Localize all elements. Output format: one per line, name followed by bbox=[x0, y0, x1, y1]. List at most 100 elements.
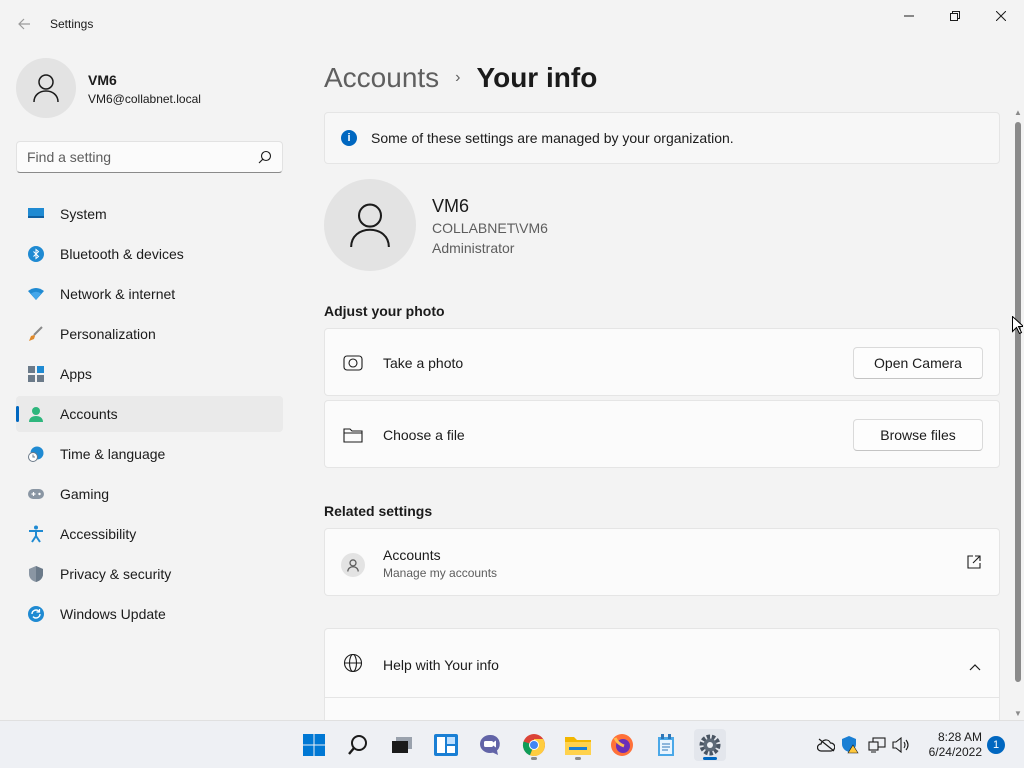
wifi-icon bbox=[28, 286, 44, 302]
title-bar: Settings bbox=[0, 0, 1024, 48]
widgets-button[interactable] bbox=[430, 729, 462, 761]
scroll-thumb[interactable] bbox=[1015, 122, 1021, 682]
chevron-right-icon: › bbox=[455, 69, 461, 86]
bluetooth-icon bbox=[28, 246, 44, 262]
taskbar-search-button[interactable] bbox=[342, 729, 374, 761]
sidebar-item-windows-update[interactable]: Windows Update bbox=[16, 596, 283, 632]
app-title: Settings bbox=[50, 17, 94, 31]
sidebar-item-time-language[interactable]: Time & language bbox=[16, 436, 283, 472]
related-accounts-link[interactable]: Accounts Manage my accounts bbox=[324, 528, 1000, 596]
firefox-button[interactable] bbox=[606, 729, 638, 761]
minimize-icon bbox=[904, 15, 914, 17]
scrollbar[interactable]: ▲ ▼ bbox=[1012, 104, 1024, 720]
gamepad-icon bbox=[28, 486, 44, 502]
sidebar-item-label: Privacy & security bbox=[60, 566, 172, 582]
sidebar-item-system[interactable]: System bbox=[16, 196, 283, 232]
sidebar-item-label: Personalization bbox=[60, 326, 156, 342]
update-icon bbox=[28, 606, 44, 622]
info-icon: i bbox=[341, 130, 357, 146]
apps-icon bbox=[28, 366, 44, 382]
folder-icon bbox=[343, 425, 363, 445]
profile-summary: VM6 VM6@collabnet.local bbox=[16, 58, 276, 118]
person-icon bbox=[350, 203, 390, 248]
sidebar-item-label: Accessibility bbox=[60, 526, 137, 542]
chevron-up-icon[interactable] bbox=[969, 658, 981, 671]
open-camera-button[interactable]: Open Camera bbox=[853, 347, 983, 379]
network-icon[interactable] bbox=[867, 735, 887, 755]
breadcrumb-parent[interactable]: Accounts bbox=[324, 62, 439, 94]
sidebar-item-label: Time & language bbox=[60, 446, 166, 462]
search-box[interactable] bbox=[16, 141, 283, 173]
task-view-button[interactable] bbox=[386, 729, 418, 761]
volume-icon[interactable] bbox=[891, 735, 911, 755]
related-accounts-label: Accounts bbox=[383, 547, 441, 563]
sidebar-item-label: Apps bbox=[60, 366, 92, 382]
shield-icon bbox=[28, 566, 44, 582]
accessibility-icon bbox=[28, 525, 44, 543]
teams-chat-button[interactable] bbox=[474, 729, 506, 761]
firefox-icon bbox=[611, 734, 633, 756]
back-arrow-icon bbox=[18, 18, 30, 30]
scroll-down-arrow[interactable]: ▼ bbox=[1014, 709, 1022, 718]
sidebar-item-accessibility[interactable]: Accessibility bbox=[16, 516, 283, 552]
section-heading-adjust-photo: Adjust your photo bbox=[324, 303, 445, 319]
notification-badge[interactable]: 1 bbox=[987, 736, 1005, 754]
chrome-button[interactable] bbox=[518, 729, 550, 761]
back-button[interactable] bbox=[12, 12, 36, 36]
search-input[interactable] bbox=[17, 142, 247, 172]
running-indicator bbox=[531, 757, 537, 760]
chrome-icon bbox=[522, 734, 546, 757]
taskbar: 8:28 AM 6/24/2022 1 bbox=[0, 720, 1024, 768]
start-button[interactable] bbox=[298, 729, 330, 761]
sidebar-item-label: Accounts bbox=[60, 406, 118, 422]
close-button[interactable] bbox=[978, 0, 1024, 32]
person-icon bbox=[341, 553, 365, 577]
task-view-icon bbox=[392, 737, 412, 753]
sidebar-item-network[interactable]: Network & internet bbox=[16, 276, 283, 312]
taskbar-clock[interactable]: 8:28 AM 6/24/2022 bbox=[918, 730, 982, 760]
related-accounts-sub: Manage my accounts bbox=[383, 566, 498, 580]
org-managed-infobar: i Some of these settings are managed by … bbox=[324, 112, 1000, 164]
security-warning-icon[interactable] bbox=[840, 735, 860, 755]
sidebar-item-privacy-security[interactable]: Privacy & security bbox=[16, 556, 283, 592]
sidebar-item-label: Network & internet bbox=[60, 286, 176, 302]
person-icon bbox=[33, 74, 59, 103]
mouse-cursor-icon bbox=[1012, 316, 1023, 334]
search-icon bbox=[348, 735, 367, 755]
minimize-button[interactable] bbox=[886, 0, 932, 32]
choose-file-label: Choose a file bbox=[383, 427, 465, 443]
globe-icon bbox=[343, 653, 363, 673]
folder-icon bbox=[565, 737, 591, 755]
settings-app-button[interactable] bbox=[694, 729, 726, 761]
restore-button[interactable] bbox=[932, 0, 978, 32]
camera-icon bbox=[343, 353, 363, 373]
sidebar-item-bluetooth[interactable]: Bluetooth & devices bbox=[16, 236, 283, 272]
restore-icon bbox=[950, 11, 960, 21]
search-icon[interactable] bbox=[258, 150, 272, 164]
take-photo-label: Take a photo bbox=[383, 355, 464, 371]
user-name: VM6 bbox=[432, 196, 470, 216]
brush-icon bbox=[28, 326, 44, 342]
external-link-icon bbox=[967, 555, 981, 569]
sidebar-item-apps[interactable]: Apps bbox=[16, 356, 283, 392]
sidebar-item-gaming[interactable]: Gaming bbox=[16, 476, 283, 512]
running-indicator bbox=[703, 757, 717, 760]
onedrive-icon[interactable] bbox=[816, 735, 836, 755]
avatar bbox=[16, 58, 76, 118]
file-explorer-button[interactable] bbox=[562, 729, 594, 761]
sidebar-item-personalization[interactable]: Personalization bbox=[16, 316, 283, 352]
user-avatar bbox=[324, 179, 416, 271]
sidebar-item-label: System bbox=[60, 206, 107, 222]
notepad-app-button[interactable] bbox=[650, 729, 682, 761]
take-photo-row: Take a photo Open Camera bbox=[324, 328, 1000, 396]
scroll-up-arrow[interactable]: ▲ bbox=[1014, 108, 1022, 117]
sidebar-item-label: Windows Update bbox=[60, 606, 166, 622]
section-heading-related-settings: Related settings bbox=[324, 503, 433, 519]
user-domain: COLLABNET\VM6 bbox=[432, 220, 548, 236]
help-expander[interactable]: Help with Your info bbox=[324, 628, 1000, 720]
browse-files-button[interactable]: Browse files bbox=[853, 419, 983, 451]
sidebar-item-accounts[interactable]: Accounts bbox=[16, 396, 283, 432]
breadcrumb: Accounts › Your info bbox=[324, 58, 597, 98]
widgets-icon bbox=[434, 734, 458, 756]
close-icon bbox=[996, 11, 1006, 21]
